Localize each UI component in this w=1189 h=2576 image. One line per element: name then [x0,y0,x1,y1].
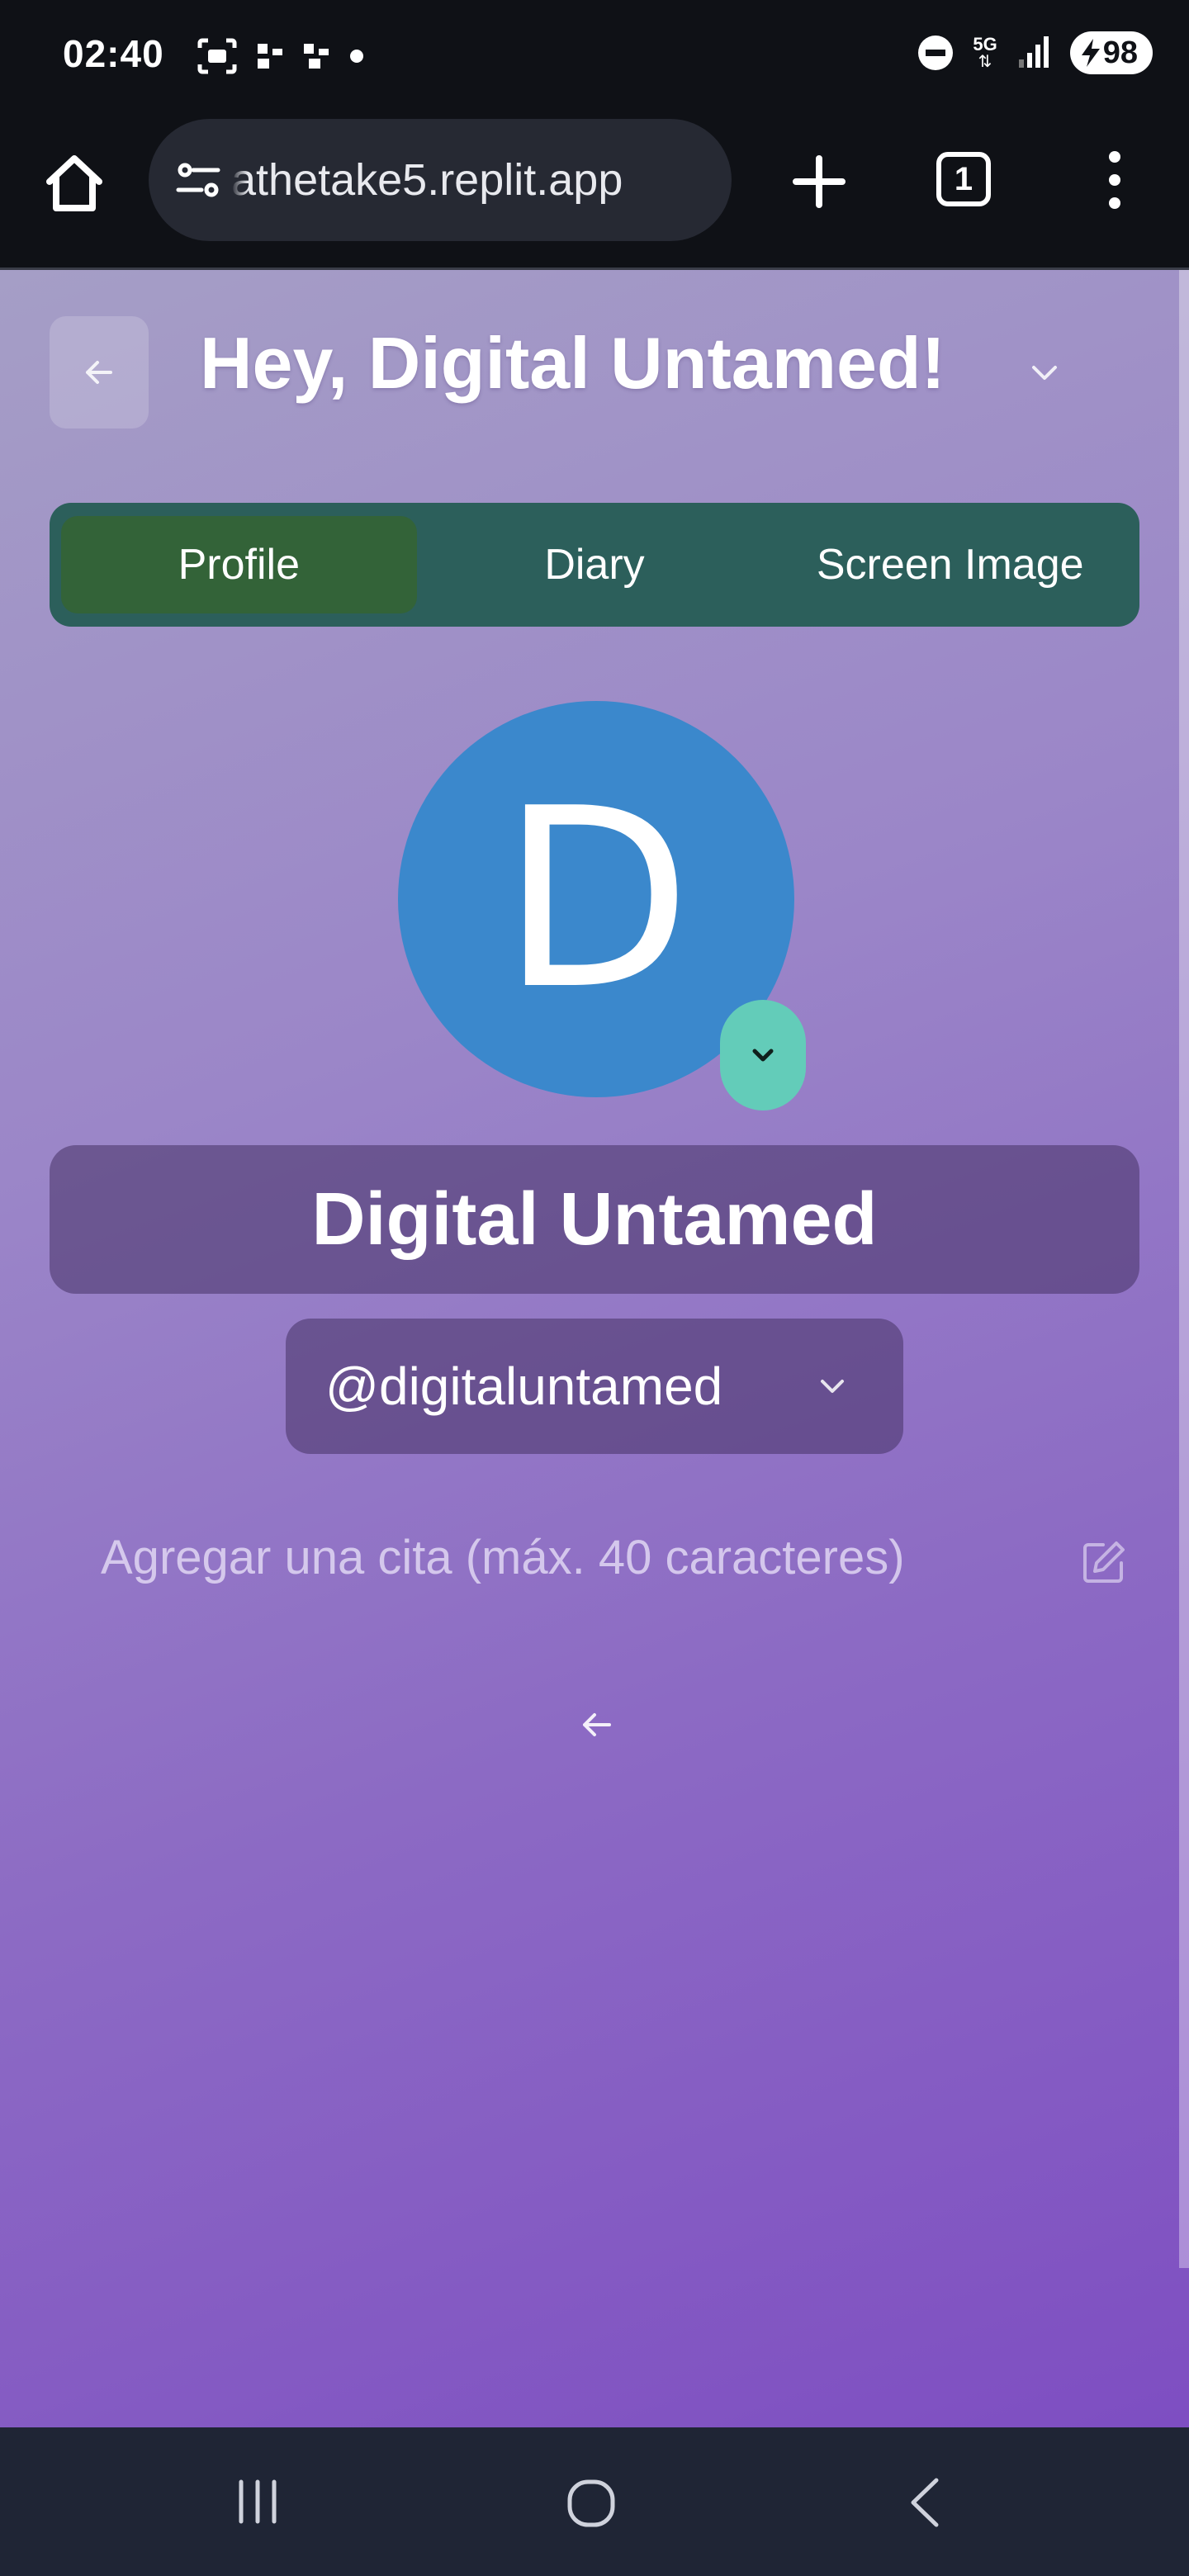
recent-apps-icon[interactable] [233,2477,282,2526]
chevron-down-icon[interactable] [1024,353,1065,394]
profile-tabs: Profile Diary Screen Image [50,503,1139,627]
chevron-down-icon [752,1049,774,1062]
signal-icon [1018,36,1049,68]
handle-selector[interactable]: @digitaluntamed [286,1319,903,1454]
notification-dot-icon [350,50,363,63]
address-bar[interactable]: athetake5.replit.app [149,119,732,241]
charging-bolt-icon [1081,39,1100,67]
tab-screen-image[interactable]: Screen Image [772,516,1128,613]
more-options-icon[interactable] [1098,145,1131,215]
arrow-left-icon [86,361,112,384]
do-not-disturb-icon [918,36,954,70]
status-time: 02:40 [63,32,164,75]
home-icon[interactable] [40,149,109,218]
system-nav-bar [0,2427,1189,2576]
tab-profile[interactable]: Profile [61,516,417,613]
avatar-options-button[interactable] [720,1000,806,1110]
page-title: Hey, Digital Untamed! [200,322,945,404]
profile-page: Hey, Digital Untamed! Profile Diary Scre… [0,270,1189,2427]
quote-placeholder[interactable]: Agregar una cita (máx. 40 caracteres) [101,1530,905,1585]
home-circle-icon[interactable] [565,2477,618,2530]
avatar-initial: D [500,755,692,1044]
status-right-icons: 5G ⇅ 98 [917,31,1153,74]
url-text[interactable]: athetake5.replit.app [231,154,732,206]
back-chevron-icon[interactable] [903,2475,945,2530]
scrollbar[interactable] [1179,270,1189,2268]
battery-indicator: 98 [1069,31,1153,74]
arrow-left-icon[interactable] [575,1703,618,1746]
battery-level: 98 [1102,35,1138,70]
tab-diary[interactable]: Diary [417,516,773,613]
site-settings-icon[interactable] [173,155,223,205]
network-type-label: 5G [973,34,997,54]
qr-icon [258,44,282,69]
tab-switcher-button[interactable]: 1 [936,152,991,206]
tab-count: 1 [954,160,973,197]
handle-text: @digitaluntamed [325,1357,723,1416]
edit-icon[interactable] [1078,1538,1128,1588]
screenshot-icon [197,38,237,74]
network-type-icon: 5G ⇅ [973,34,997,71]
browser-toolbar: athetake5.replit.app 1 [0,116,1189,270]
qr-icon-2 [304,44,329,69]
back-button[interactable] [50,316,149,429]
status-left-icons [197,38,365,74]
status-bar: 02:40 5G ⇅ 98 [0,0,1189,116]
display-name[interactable]: Digital Untamed [50,1145,1139,1294]
chevron-down-icon [821,1380,844,1393]
display-name-text: Digital Untamed [311,1177,878,1261]
new-tab-icon[interactable] [784,147,854,216]
